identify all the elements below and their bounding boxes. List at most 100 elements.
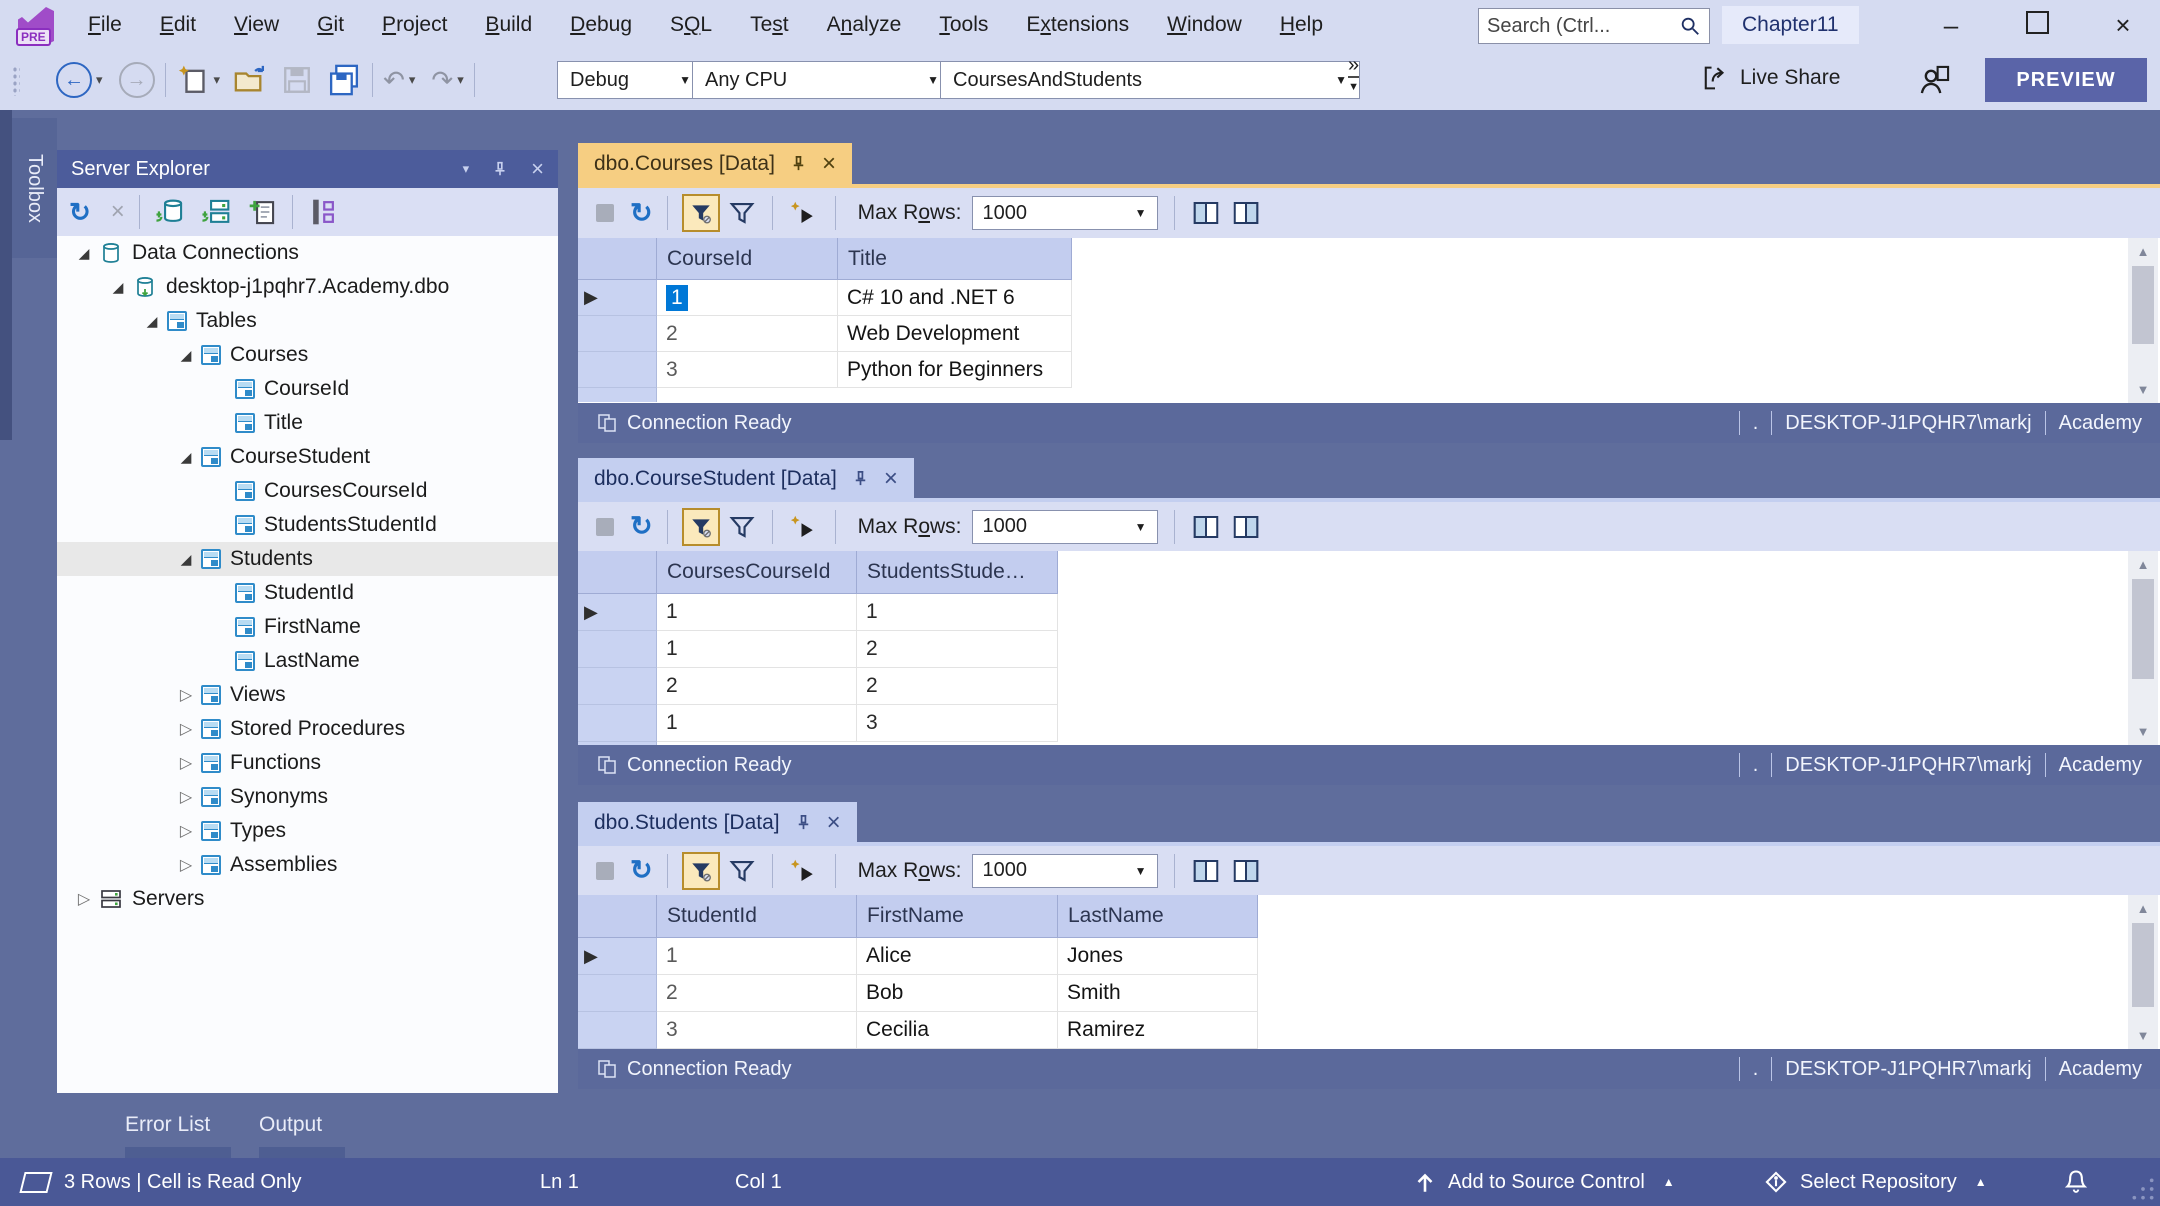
expander-collapsed-icon[interactable]: ▷ bbox=[171, 855, 201, 875]
menu-item-debug[interactable]: Debug bbox=[570, 13, 632, 37]
show-grid-pane-icon[interactable] bbox=[1231, 198, 1261, 228]
toolbox-tab[interactable]: Toolbox bbox=[12, 118, 57, 258]
refresh-query-icon[interactable]: ↻ bbox=[630, 511, 653, 542]
vertical-scrollbar[interactable]: ▲ ▼ bbox=[2128, 895, 2158, 1049]
menu-item-test[interactable]: Test bbox=[750, 13, 789, 37]
max-rows-combobox[interactable]: 1000 ▼ bbox=[972, 510, 1158, 544]
column-header-studentid[interactable]: StudentId bbox=[657, 895, 857, 938]
expander-expanded-icon[interactable]: ◢ bbox=[171, 551, 201, 568]
row-header[interactable] bbox=[578, 631, 657, 668]
save-icon[interactable] bbox=[280, 63, 314, 97]
tree-item-courses[interactable]: ◢ Courses bbox=[57, 338, 558, 372]
expander-collapsed-icon[interactable]: ▷ bbox=[171, 821, 201, 841]
row-header[interactable] bbox=[578, 388, 657, 402]
row-header-corner[interactable] bbox=[578, 895, 657, 938]
menu-item-edit[interactable]: Edit bbox=[160, 13, 196, 37]
tree-item-tables[interactable]: ◢ Tables bbox=[57, 304, 558, 338]
tree-item-studentid[interactable]: StudentId bbox=[57, 576, 558, 610]
expander-expanded-icon[interactable]: ◢ bbox=[137, 313, 167, 330]
startup-project-combobox[interactable]: CoursesAndStudents ▼ bbox=[940, 61, 1360, 99]
cell-studentsstudentid[interactable]: 1 bbox=[857, 594, 1058, 631]
cell-coursescourseid[interactable]: 1 bbox=[657, 594, 857, 631]
cell-title[interactable]: Web Development bbox=[838, 316, 1072, 352]
row-header[interactable] bbox=[578, 316, 657, 352]
filter-icon[interactable] bbox=[728, 857, 756, 885]
menu-item-sql[interactable]: SQL bbox=[670, 13, 712, 37]
pin-icon[interactable] bbox=[851, 469, 870, 488]
scroll-down-icon[interactable]: ▼ bbox=[2128, 382, 2158, 397]
scroll-up-icon[interactable]: ▲ bbox=[2128, 244, 2158, 259]
menu-item-extensions[interactable]: Extensions bbox=[1026, 13, 1129, 37]
cell-studentsstudentid[interactable]: 3 bbox=[857, 705, 1058, 742]
add-item-icon[interactable] bbox=[246, 196, 278, 228]
vertical-scrollbar[interactable]: ▲ ▼ bbox=[2128, 551, 2158, 745]
pin-icon[interactable] bbox=[794, 813, 813, 832]
tree-item-courseid[interactable]: CourseId bbox=[57, 372, 558, 406]
tab-dbo-courses-data[interactable]: dbo.Courses [Data] × bbox=[578, 143, 852, 184]
navigate-back-button[interactable]: ← bbox=[56, 62, 92, 98]
column-header-title[interactable]: Title bbox=[838, 238, 1072, 280]
menu-item-window[interactable]: Window bbox=[1167, 13, 1242, 37]
pin-icon[interactable] bbox=[789, 154, 808, 173]
back-dropdown-icon[interactable]: ▾ bbox=[96, 72, 103, 88]
tree-item-firstname[interactable]: FirstName bbox=[57, 610, 558, 644]
show-script-pane-icon[interactable] bbox=[1191, 856, 1221, 886]
scroll-up-icon[interactable]: ▲ bbox=[2128, 901, 2158, 916]
cell-studentid[interactable]: 2 bbox=[657, 975, 857, 1012]
cell-firstname[interactable]: Cecilia bbox=[857, 1012, 1058, 1049]
tab-error-list[interactable]: Error List bbox=[125, 1113, 210, 1137]
tree-item-students[interactable]: ◢ Students bbox=[57, 542, 558, 576]
menu-item-help[interactable]: Help bbox=[1280, 13, 1323, 37]
pin-icon[interactable] bbox=[491, 160, 509, 178]
cell-title[interactable]: Python for Beginners bbox=[838, 352, 1072, 388]
new-file-dropdown-icon[interactable]: ▾ bbox=[214, 72, 221, 88]
expander-collapsed-icon[interactable]: ▷ bbox=[69, 889, 99, 909]
show-grid-pane-icon[interactable] bbox=[1231, 512, 1261, 542]
row-header[interactable] bbox=[578, 705, 657, 742]
expander-collapsed-icon[interactable]: ▷ bbox=[171, 753, 201, 773]
hierarchy-view-icon[interactable] bbox=[307, 196, 339, 228]
cell-coursescourseid[interactable]: 1 bbox=[657, 705, 857, 742]
script-icon[interactable] bbox=[789, 856, 819, 886]
tree-item-data-connections[interactable]: ◢ Data Connections bbox=[57, 236, 558, 270]
max-rows-combobox[interactable]: 1000 ▼ bbox=[972, 196, 1158, 230]
menu-item-view[interactable]: View bbox=[234, 13, 279, 37]
close-panel-icon[interactable]: × bbox=[531, 156, 544, 182]
cell-courseid[interactable]: 3 bbox=[657, 352, 838, 388]
tree-item-servers[interactable]: ▷ Servers bbox=[57, 882, 558, 916]
menu-item-project[interactable]: Project bbox=[382, 13, 447, 37]
vertical-scrollbar[interactable]: ▲ ▼ bbox=[2128, 238, 2158, 403]
scroll-down-icon[interactable]: ▼ bbox=[2128, 724, 2158, 739]
tree-item-synonyms[interactable]: ▷ Synonyms bbox=[57, 780, 558, 814]
new-file-icon[interactable] bbox=[176, 63, 210, 97]
row-header[interactable]: ▶ bbox=[578, 938, 657, 975]
scroll-up-icon[interactable]: ▲ bbox=[2128, 557, 2158, 572]
scrollbar-thumb[interactable] bbox=[2132, 579, 2154, 679]
minimize-button[interactable]: – bbox=[1936, 10, 1966, 40]
preview-button[interactable]: PREVIEW bbox=[1985, 58, 2147, 102]
tree-item-assemblies[interactable]: ▷ Assemblies bbox=[57, 848, 558, 882]
close-button[interactable]: × bbox=[2108, 10, 2138, 40]
cell-courseid[interactable]: 1 bbox=[657, 280, 838, 316]
cell-studentsstudentid[interactable]: 2 bbox=[857, 631, 1058, 668]
row-header[interactable]: ▶ bbox=[578, 280, 657, 316]
show-script-pane-icon[interactable] bbox=[1191, 512, 1221, 542]
expander-expanded-icon[interactable]: ◢ bbox=[171, 347, 201, 364]
column-header-courseid[interactable]: CourseId bbox=[657, 238, 838, 280]
filter-icon[interactable] bbox=[728, 513, 756, 541]
column-header-coursescourseid[interactable]: CoursesCourseId bbox=[657, 551, 857, 594]
expander-collapsed-icon[interactable]: ▷ bbox=[171, 685, 201, 705]
remove-filter-button[interactable] bbox=[682, 194, 720, 232]
tab-dbo-students-data[interactable]: dbo.Students [Data] × bbox=[578, 802, 857, 843]
window-position-icon[interactable]: ▾ bbox=[463, 161, 470, 177]
tree-item-functions[interactable]: ▷ Functions bbox=[57, 746, 558, 780]
cell-firstname[interactable]: Bob bbox=[857, 975, 1058, 1012]
close-tab-icon[interactable]: × bbox=[827, 813, 841, 833]
tree-item-studentsstudentid[interactable]: StudentsStudentId bbox=[57, 508, 558, 542]
close-tab-icon[interactable]: × bbox=[884, 469, 898, 489]
filter-icon[interactable] bbox=[728, 199, 756, 227]
redo-dropdown-icon[interactable]: ▾ bbox=[457, 72, 464, 88]
cell-firstname[interactable]: Alice bbox=[857, 938, 1058, 975]
row-header[interactable] bbox=[578, 1012, 657, 1049]
menu-item-git[interactable]: Git bbox=[317, 13, 344, 37]
